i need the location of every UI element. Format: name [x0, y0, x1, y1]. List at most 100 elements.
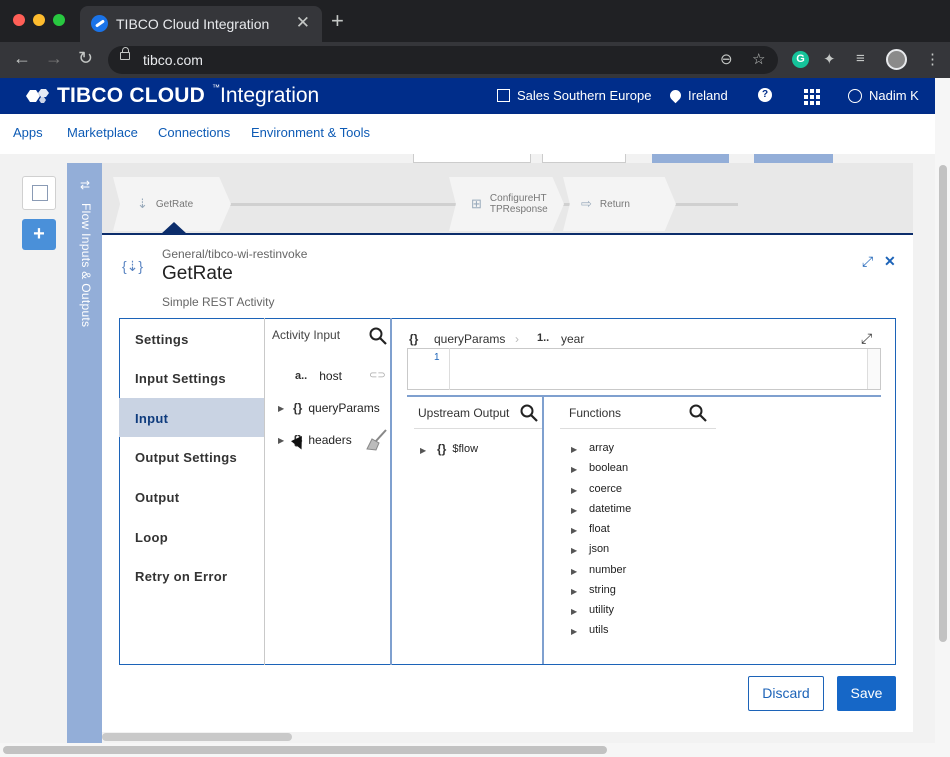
- input-tab[interactable]: Input: [119, 398, 264, 437]
- function-group[interactable]: json: [589, 543, 609, 555]
- media-playlist-icon[interactable]: ≡: [856, 50, 865, 67]
- clear-mapping-broom-icon[interactable]: [364, 429, 388, 451]
- expand-caret-icon[interactable]: ▶: [571, 546, 577, 555]
- region-name: Ireland: [688, 88, 728, 103]
- close-icon[interactable]: ✕: [884, 253, 896, 270]
- browser-toolbar: ← → ↻ tibco.com ⊖ ☆ G ✦ ≡ ⋮: [0, 42, 950, 78]
- page-vertical-scrollbar[interactable]: [939, 165, 947, 642]
- forward-arrow-icon[interactable]: →: [45, 48, 63, 69]
- mapping-expression-editor[interactable]: [407, 348, 881, 390]
- org-name: Sales Southern Europe: [517, 88, 652, 103]
- brand-product: Integration: [220, 84, 320, 107]
- expand-caret-icon[interactable]: ▶: [420, 446, 426, 455]
- expand-caret-icon[interactable]: ▶: [571, 465, 577, 474]
- expand-caret-icon[interactable]: ▶: [571, 526, 577, 535]
- function-group[interactable]: coerce: [589, 483, 622, 495]
- extensions-puzzle-icon[interactable]: ✦: [823, 50, 836, 68]
- address-bar[interactable]: tibco.com ⊖ ☆: [108, 46, 778, 74]
- function-group[interactable]: float: [589, 523, 610, 535]
- back-arrow-icon[interactable]: ←: [13, 48, 31, 69]
- expand-caret-icon[interactable]: ▶: [571, 486, 577, 495]
- editor-scrollbar[interactable]: [867, 349, 880, 389]
- output-settings-tab[interactable]: Output Settings: [119, 437, 264, 476]
- expand-caret-icon[interactable]: ▶: [278, 436, 284, 445]
- function-group[interactable]: number: [589, 564, 626, 576]
- nav-marketplace[interactable]: Marketplace: [67, 125, 138, 140]
- help-button[interactable]: ?: [758, 88, 772, 102]
- field-name: host: [319, 369, 342, 383]
- window-close-button[interactable]: [13, 14, 25, 26]
- bookmark-star-icon[interactable]: ☆: [752, 50, 765, 68]
- upstream-item-flow[interactable]: {} $flow: [437, 442, 478, 456]
- tibco-favicon-icon: [91, 15, 108, 32]
- step-label-line: TPResponse: [489, 204, 548, 215]
- expand-caret-icon[interactable]: ▶: [278, 404, 284, 413]
- grammarly-extension-icon[interactable]: G: [792, 51, 809, 68]
- user-menu[interactable]: Nadim K: [848, 88, 919, 103]
- input-settings-tab[interactable]: Input Settings: [119, 358, 264, 397]
- zoom-icon[interactable]: ⊖: [720, 50, 733, 68]
- breadcrumb-object[interactable]: queryParams: [434, 332, 505, 346]
- search-icon[interactable]: [369, 327, 387, 345]
- flow-step-return[interactable]: ⇨ Return: [563, 177, 676, 231]
- expand-caret-icon[interactable]: ▶: [571, 445, 577, 454]
- expand-caret-icon[interactable]: ▶: [571, 506, 577, 515]
- step-label: GetRate: [155, 198, 194, 210]
- profile-avatar[interactable]: [886, 49, 907, 70]
- rest-invoke-icon: ⇣: [137, 196, 148, 211]
- function-group[interactable]: utils: [589, 624, 609, 636]
- retry-on-error-tab[interactable]: Retry on Error: [119, 556, 264, 595]
- search-icon[interactable]: [689, 404, 707, 422]
- flow-step-configure-http-response[interactable]: ⊞ ConfigureHT TPResponse: [449, 177, 564, 231]
- search-icon[interactable]: [520, 404, 538, 422]
- number-type-icon: 1..: [537, 332, 550, 344]
- expand-caret-icon[interactable]: ▶: [571, 587, 577, 596]
- nav-connections[interactable]: Connections: [158, 125, 230, 140]
- window-minimize-button[interactable]: [33, 14, 45, 26]
- grid-apps-icon: [804, 89, 820, 105]
- expand-caret-icon[interactable]: ▶: [571, 567, 577, 576]
- background-tile: [542, 154, 626, 163]
- discard-button[interactable]: Discard: [748, 676, 824, 711]
- org-selector[interactable]: Sales Southern Europe: [497, 88, 651, 103]
- window-zoom-button[interactable]: [53, 14, 65, 26]
- upstream-output-header: Upstream Output: [418, 406, 510, 420]
- function-group[interactable]: datetime: [589, 503, 631, 515]
- browser-tab[interactable]: TIBCO Cloud Integration ✕: [80, 6, 322, 42]
- browser-menu-icon[interactable]: ⋮: [925, 50, 940, 68]
- tab-close-icon[interactable]: ✕: [296, 13, 310, 33]
- object-type-icon: {}: [293, 401, 303, 415]
- expand-icon[interactable]: ⤢: [862, 253, 873, 270]
- region-selector[interactable]: Ireland: [667, 87, 728, 104]
- nav-apps[interactable]: Apps: [13, 125, 43, 140]
- function-group[interactable]: boolean: [589, 462, 628, 474]
- new-tab-button[interactable]: +: [331, 10, 344, 32]
- input-field-host[interactable]: a.. host: [295, 369, 342, 383]
- upstream-item-name: $flow: [452, 443, 479, 455]
- function-group[interactable]: string: [589, 584, 616, 596]
- expand-editor-icon[interactable]: ⤢: [861, 330, 872, 347]
- page-horizontal-scrollbar[interactable]: [3, 746, 607, 754]
- background-tile: [413, 154, 531, 163]
- loop-tab[interactable]: Loop: [119, 517, 264, 556]
- breadcrumb-field: year: [561, 332, 585, 346]
- add-flow-button[interactable]: +: [22, 219, 56, 250]
- function-group[interactable]: utility: [589, 604, 614, 616]
- user-icon: [848, 88, 862, 103]
- rest-activity-icon: {⇣}: [122, 258, 144, 274]
- lock-icon: [120, 47, 130, 60]
- output-tab[interactable]: Output: [119, 477, 264, 516]
- save-button[interactable]: Save: [837, 676, 896, 711]
- reload-icon[interactable]: ↻: [78, 48, 93, 69]
- app-launcher-button[interactable]: [804, 89, 820, 105]
- panel-horizontal-scrollbar[interactable]: [102, 733, 292, 741]
- object-type-icon: {}: [437, 442, 447, 456]
- nav-environment-tools[interactable]: Environment & Tools: [251, 125, 370, 140]
- input-field-queryparams[interactable]: {} queryParams: [293, 401, 380, 415]
- flow-tools-button[interactable]: [22, 176, 56, 210]
- expand-caret-icon[interactable]: ▶: [571, 627, 577, 636]
- settings-tab[interactable]: Settings: [119, 319, 264, 358]
- tab-title: TIBCO Cloud Integration: [116, 16, 270, 32]
- function-group[interactable]: array: [589, 442, 614, 454]
- expand-caret-icon[interactable]: ▶: [571, 607, 577, 616]
